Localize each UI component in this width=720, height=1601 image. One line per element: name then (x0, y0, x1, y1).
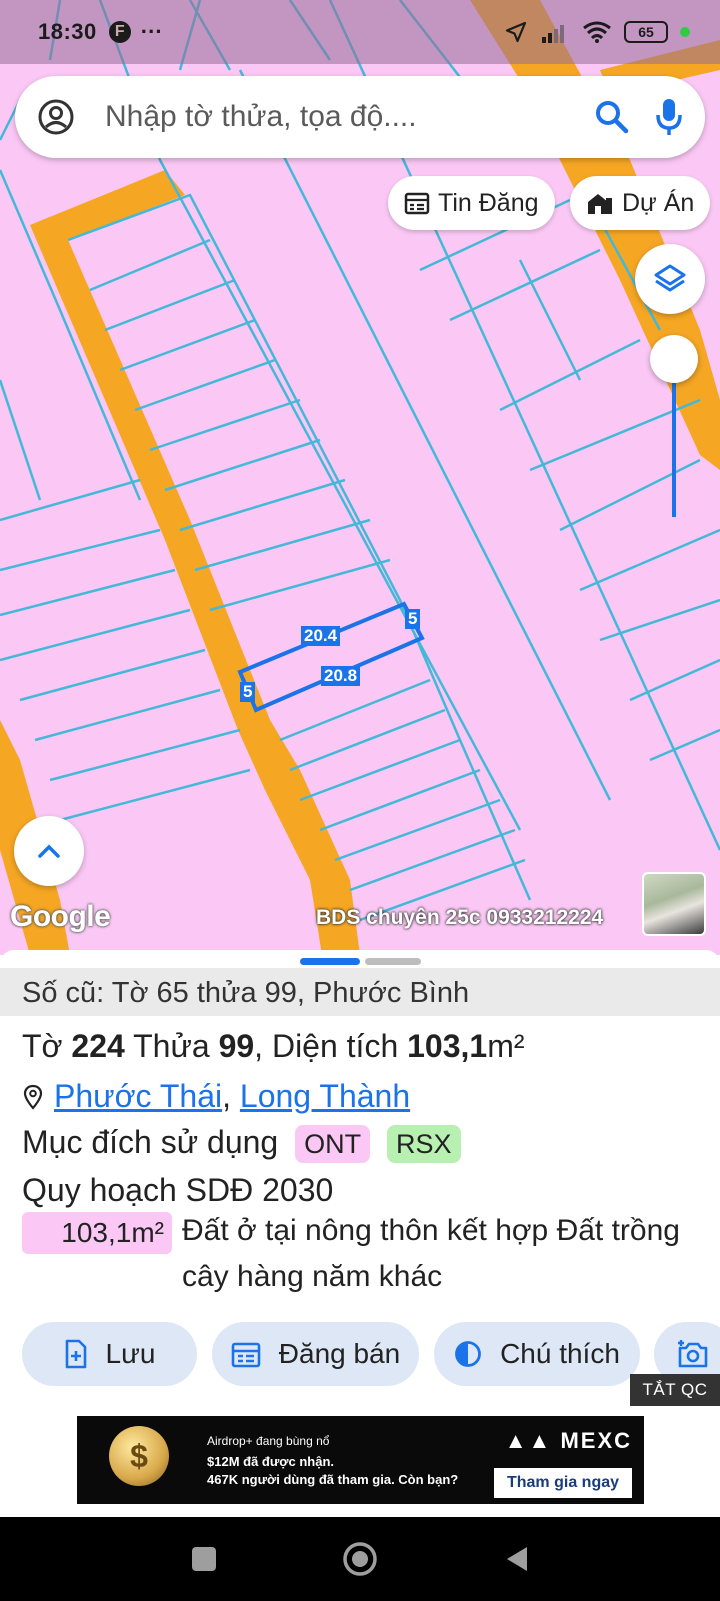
ad-cta-button[interactable]: Tham gia ngay (494, 1468, 632, 1498)
plot-number: 99 (218, 1028, 255, 1064)
search-bar (15, 76, 705, 158)
old-parcel-info: Số cũ: Tờ 65 thửa 99, Phước Bình (0, 968, 720, 1016)
battery-icon: 65 (624, 21, 668, 43)
add-file-icon (65, 1339, 86, 1369)
location-row: Phước Thái, Long Thành (22, 1078, 410, 1115)
save-button[interactable]: Lưu (22, 1322, 197, 1386)
status-icons: 65 (504, 20, 690, 44)
status-time: 18:30 (38, 19, 97, 44)
google-logo: Google (10, 900, 111, 933)
wifi-icon (583, 21, 611, 43)
district-link[interactable]: Long Thành (240, 1078, 410, 1115)
search-input[interactable] (105, 100, 595, 134)
projects-chip[interactable]: Dự Án (570, 176, 711, 230)
purpose-row: Mục đích sử dụng ONT RSX (22, 1124, 461, 1163)
sheet-handle[interactable] (365, 958, 421, 965)
ad-line-3: 467K người dùng đã tham gia. Còn bạn? (207, 1472, 459, 1487)
layers-button[interactable] (635, 244, 705, 314)
more-notifications-icon: ··· (140, 19, 163, 44)
plan-area-badge: 103,1m² (22, 1212, 172, 1254)
ad-brand-name: MEXC (560, 1428, 632, 1453)
projects-chip-label: Dự Án (622, 188, 695, 217)
contrast-icon (455, 1341, 481, 1367)
news-chip[interactable]: Tin Đăng (388, 176, 555, 230)
chevron-up-icon (38, 844, 60, 858)
account-icon[interactable] (37, 98, 75, 136)
map-watermark: BDS chuyên 25c 0933212224 (316, 906, 604, 929)
purpose-tag-ont: ONT (295, 1125, 371, 1163)
plan-label: Quy hoạch SDĐ 2030 (22, 1172, 334, 1208)
calendar-icon (231, 1342, 261, 1368)
ad-banner[interactable]: $ Airdrop+ đang bùng nổ $12M đã được nhậ… (77, 1416, 644, 1504)
location-pin-icon (23, 1084, 43, 1110)
signal-icon (542, 25, 564, 43)
ad-line-2: $12M đã được nhận. (207, 1454, 335, 1469)
post-sale-label: Đăng bán (278, 1338, 401, 1369)
purpose-label: Mục đích sử dụng (22, 1124, 279, 1160)
ward-link[interactable]: Phước Thái (54, 1078, 222, 1115)
plan-description: Đất ở tại nông thôn kết hợp Đất trồng câ… (182, 1214, 680, 1293)
dim-top-label: 20.4 (301, 626, 341, 646)
purpose-tag-rsx: RSX (387, 1125, 461, 1163)
area-value: 103,1 (407, 1028, 488, 1064)
mountain-icon: ▲▲ (504, 1428, 553, 1453)
hide-ads-button[interactable]: TẮT QC (630, 1374, 720, 1406)
coin-icon: $ (109, 1426, 169, 1486)
opacity-slider-thumb[interactable] (650, 335, 698, 383)
recent-apps-icon[interactable] (184, 1539, 224, 1579)
expand-button[interactable] (14, 816, 84, 886)
status-bar: 18:30 F ··· 65 (0, 0, 720, 64)
home-icon[interactable] (340, 1539, 380, 1579)
legend-button[interactable]: Chú thích (434, 1322, 640, 1386)
sheet-number: 224 (71, 1028, 125, 1064)
calendar-list-icon (404, 192, 430, 215)
privacy-indicator (680, 27, 690, 37)
dim-right-label: 5 (405, 609, 421, 629)
microphone-icon[interactable] (655, 97, 683, 137)
search-icon[interactable] (595, 100, 629, 134)
ad-brand-logo: ▲▲ MEXC (505, 1428, 632, 1454)
facebook-icon: F (108, 21, 131, 43)
sheet-handle-active[interactable] (300, 958, 360, 965)
ad-line-1: Airdrop+ đang bùng nổ (207, 1434, 330, 1448)
layers-icon (654, 264, 686, 292)
sheet-label: Tờ (22, 1028, 63, 1064)
system-nav-bar (0, 1517, 720, 1601)
dim-bottom-label: 20.8 (321, 666, 361, 686)
area-unit: m² (487, 1028, 525, 1064)
location-icon (505, 21, 527, 43)
plot-label: Thửa (133, 1028, 210, 1064)
legend-label: Chú thích (500, 1338, 620, 1369)
parcel-title: Tờ 224 Thửa 99, Diện tích 103,1m² (22, 1028, 525, 1065)
post-sale-button[interactable]: Đăng bán (212, 1322, 419, 1386)
area-label: , Diện tích (254, 1028, 399, 1064)
building-icon (588, 194, 612, 214)
add-photo-icon (678, 1340, 708, 1368)
save-label: Lưu (105, 1338, 156, 1369)
news-chip-label: Tin Đăng (438, 188, 539, 217)
dim-left-label: 5 (240, 682, 256, 702)
back-icon[interactable] (497, 1539, 537, 1579)
street-view-thumbnail[interactable] (642, 872, 706, 936)
